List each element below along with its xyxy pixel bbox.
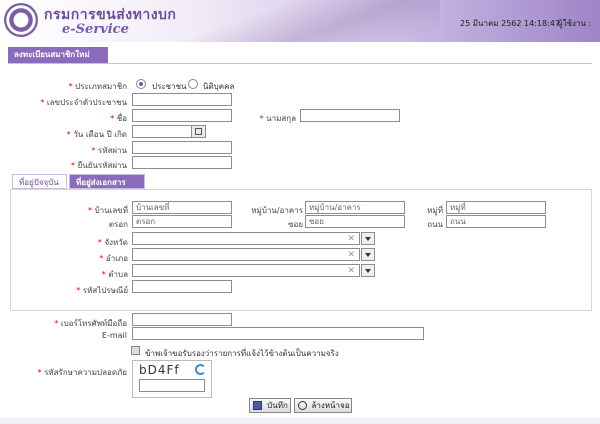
captcha-code: bD4Ff: [139, 363, 180, 377]
house-no-input[interactable]: [132, 201, 232, 214]
subdistrict-select[interactable]: ✕: [132, 264, 360, 277]
subdistrict-label: * ตำบล: [101, 270, 128, 279]
captcha-box: bD4Ff: [132, 360, 212, 398]
user-label: ผู้ใช้งาน :: [558, 19, 592, 28]
first-name-input[interactable]: [132, 109, 232, 122]
title-divider: [8, 63, 592, 64]
email-label: E-mail: [101, 331, 127, 340]
save-button[interactable]: บันทึก: [249, 398, 291, 413]
village-input[interactable]: [305, 201, 405, 214]
save-button-label: บันทึก: [267, 401, 288, 410]
password-input[interactable]: [132, 141, 232, 154]
save-icon: [253, 401, 262, 410]
member-type-label: * ประเภทสมาชิก: [68, 82, 127, 91]
last-name-input[interactable]: [300, 109, 400, 122]
moo-input[interactable]: [446, 201, 546, 214]
password-label: * รหัสผ่าน: [91, 146, 127, 155]
clear-x-icon[interactable]: ✕: [347, 233, 355, 245]
clear-x-icon[interactable]: ✕: [347, 265, 355, 277]
house-no-label: * บ้านเลขที่: [88, 206, 128, 215]
postcode-input[interactable]: [132, 280, 232, 293]
tab-current-address[interactable]: ที่อยู่ปัจจุบัน: [12, 174, 67, 189]
certify-text: ข้าพเจ้าขอรับรองว่ารายการที่แจ้งไว้ข้างต…: [145, 349, 339, 358]
soi-input[interactable]: [305, 215, 405, 228]
calendar-icon[interactable]: [191, 125, 206, 138]
road-input[interactable]: [446, 215, 546, 228]
refresh-icon[interactable]: [195, 364, 206, 375]
trok-input[interactable]: [132, 215, 232, 228]
confirm-password-label: * ยืนยันรหัสผ่าน: [71, 161, 127, 170]
radio-citizen[interactable]: [136, 79, 146, 89]
clear-x-icon[interactable]: ✕: [347, 249, 355, 261]
tab-mailing-address[interactable]: ที่อยู่ส่งเอกสาร: [69, 174, 145, 189]
moo-label: หมู่ที่: [427, 206, 443, 215]
captcha-input[interactable]: [139, 379, 205, 392]
certify-checkbox[interactable]: [131, 346, 140, 355]
dlt-logo-icon: [4, 3, 38, 37]
postcode-label: * รหัสไปรษณีย์: [76, 286, 128, 295]
header-banner: กรมการขนส่งทางบก e-Service 25 มีนาคม 256…: [0, 0, 600, 42]
district-select[interactable]: ✕: [132, 248, 360, 261]
brand-eservice: e-Service: [62, 22, 129, 37]
last-name-label: * นามสกุล: [259, 114, 296, 123]
clear-button-label: ล้างหน้าจอ: [311, 401, 350, 410]
id-card-input[interactable]: [132, 93, 232, 106]
first-name-label: * ชื่อ: [110, 114, 127, 123]
radio-juristic[interactable]: [188, 79, 198, 89]
province-dropdown-icon[interactable]: [361, 232, 375, 245]
clear-button[interactable]: ล้างหน้าจอ: [294, 398, 352, 413]
footer-strip: [0, 418, 600, 424]
radio-juristic-label: นิติบุคคล: [203, 82, 235, 91]
district-label: * อำเภอ: [99, 254, 128, 263]
banner-road-graphic: [180, 0, 440, 42]
page-title: ลงทะเบียนสมาชิกใหม่: [8, 47, 108, 63]
birth-date-label: * วัน เดือน ปี เกิด: [66, 130, 127, 139]
road-label: ถนน: [427, 220, 443, 229]
mobile-label: * เบอร์โทรศัพท์มือถือ: [54, 319, 127, 328]
trok-label: ตรอก: [108, 220, 128, 229]
village-label: หมู่บ้าน/อาคาร: [251, 206, 303, 215]
radio-citizen-label: ประชาชน: [152, 82, 187, 91]
id-card-label: * เลขประจำตัวประชาชน: [40, 98, 127, 107]
email-input[interactable]: [132, 327, 424, 340]
district-dropdown-icon[interactable]: [361, 248, 375, 261]
soi-label: ซอย: [288, 220, 303, 229]
clear-icon: [298, 401, 307, 410]
subdistrict-dropdown-icon[interactable]: [361, 264, 375, 277]
province-select[interactable]: ✕: [132, 232, 360, 245]
birth-date-input[interactable]: [132, 125, 192, 138]
province-label: * จังหวัด: [97, 238, 128, 247]
confirm-password-input[interactable]: [132, 156, 232, 169]
current-datetime: 25 มีนาคม 2562 14:18:47: [460, 19, 560, 28]
mobile-input[interactable]: [132, 313, 232, 326]
captcha-label: * รหัสรักษาความปลอดภัย: [37, 368, 127, 377]
